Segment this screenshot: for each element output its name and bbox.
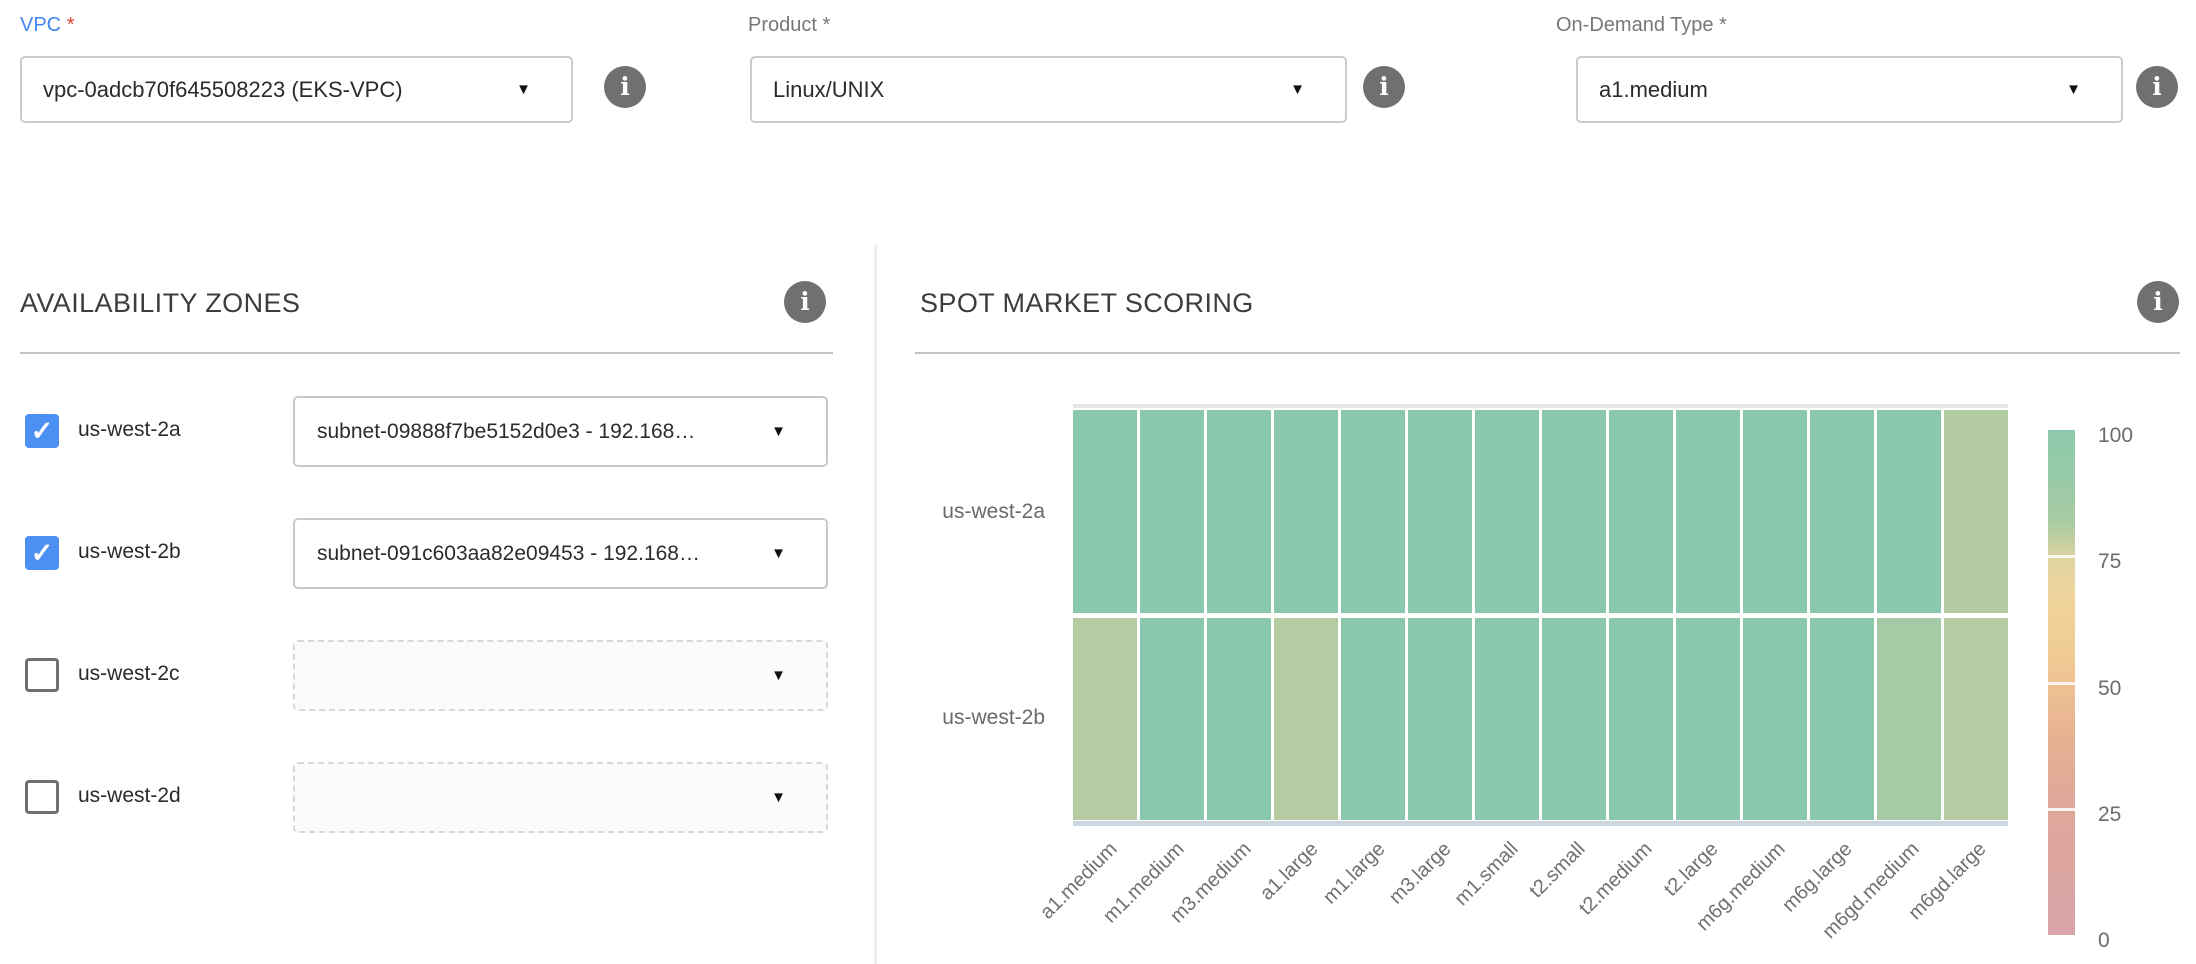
vpc-select-value: vpc-0adcb70f645508223 (EKS-VPC) xyxy=(43,58,493,121)
colorbar-tick-label: 100 xyxy=(2098,423,2168,449)
spot-market-scoring-divider xyxy=(915,352,2180,354)
on-demand-type-info-icon[interactable]: i xyxy=(2136,66,2178,108)
heatmap-cell xyxy=(1341,410,1405,613)
zone-checkbox-us-west-2b[interactable]: ✓ xyxy=(25,536,59,570)
zone-row-us-west-2c: ✓ us-west-2c ▼ xyxy=(0,640,875,711)
heatmap-cell xyxy=(1542,618,1606,821)
chevron-down-icon: ▼ xyxy=(771,398,786,465)
heatmap-cell xyxy=(1207,618,1271,821)
zone-checkbox-us-west-2d[interactable]: ✓ xyxy=(25,780,59,814)
heatmap-cell xyxy=(1743,618,1807,821)
heatmap-cell xyxy=(1810,618,1874,821)
heatmap-bottom-border xyxy=(1073,821,2008,826)
subnet-select-us-west-2c[interactable]: ▼ xyxy=(293,640,828,711)
product-label: Product * xyxy=(748,14,830,37)
heatmap-colorbar xyxy=(2048,430,2075,935)
zone-row-us-west-2a: ✓ us-west-2a subnet-09888f7be5152d0e3 - … xyxy=(0,396,875,467)
spot-instance-config-page: VPC * vpc-0adcb70f645508223 (EKS-VPC) ▼ … xyxy=(0,0,2196,964)
chevron-down-icon: ▼ xyxy=(771,764,786,831)
product-select[interactable]: Linux/UNIX ▼ xyxy=(750,56,1347,123)
spot-market-scoring-title: SPOT MARKET SCORING xyxy=(920,288,1254,319)
subnet-select-value: subnet-09888f7be5152d0e3 - 192.168… xyxy=(317,398,748,465)
heatmap-cell xyxy=(1609,410,1673,613)
colorbar-tick-line xyxy=(2048,555,2075,558)
chevron-down-icon: ▼ xyxy=(771,642,786,709)
zone-label-us-west-2c[interactable]: us-west-2c xyxy=(78,662,180,686)
availability-zones-info-icon[interactable]: i xyxy=(784,281,826,323)
heatmap-cell xyxy=(1140,410,1204,613)
colorbar-tick-label: 50 xyxy=(2098,676,2168,702)
chevron-down-icon: ▼ xyxy=(516,58,531,121)
heatmap-cell xyxy=(1743,410,1807,613)
heatmap-cell xyxy=(1810,410,1874,613)
heatmap-row-label-us-west-2b: us-west-2b xyxy=(880,706,1045,730)
heatmap-cell xyxy=(1676,410,1740,613)
zone-checkbox-us-west-2a[interactable]: ✓ xyxy=(25,414,59,448)
heatmap-cell xyxy=(1542,410,1606,613)
heatmap-cell xyxy=(1877,618,1941,821)
vpc-label-text: VPC xyxy=(20,14,61,36)
on-demand-type-select[interactable]: a1.medium ▼ xyxy=(1576,56,2123,123)
chevron-down-icon: ▼ xyxy=(771,520,786,587)
availability-zones-title: AVAILABILITY ZONES xyxy=(20,288,300,319)
vpc-required-asterisk: * xyxy=(67,14,75,36)
heatmap-cell xyxy=(1073,410,1137,613)
colorbar-tick-line xyxy=(2048,682,2075,685)
availability-zones-divider xyxy=(20,352,833,354)
heatmap-cell xyxy=(1207,410,1271,613)
chevron-down-icon: ▼ xyxy=(1290,58,1305,121)
checkmark-icon: ✓ xyxy=(25,536,59,570)
on-demand-type-select-value: a1.medium xyxy=(1599,58,2043,121)
vpc-label: VPC * xyxy=(20,14,74,37)
zone-label-us-west-2a[interactable]: us-west-2a xyxy=(78,418,181,442)
heatmap-cell xyxy=(1475,618,1539,821)
heatmap-cell xyxy=(1140,618,1204,821)
subnet-select-us-west-2b[interactable]: subnet-091c603aa82e09453 - 192.168… ▼ xyxy=(293,518,828,589)
heatmap-cell xyxy=(1073,618,1137,821)
zone-checkbox-us-west-2c[interactable]: ✓ xyxy=(25,658,59,692)
colorbar-tick-line xyxy=(2048,808,2075,811)
checkmark-icon: ✓ xyxy=(25,414,59,448)
on-demand-type-label: On-Demand Type * xyxy=(1556,14,1727,37)
heatmap-grid xyxy=(1073,410,2008,820)
spot-market-scoring-info-icon[interactable]: i xyxy=(2137,281,2179,323)
heatmap-cell xyxy=(1609,618,1673,821)
colorbar-tick-label: 0 xyxy=(2098,928,2168,954)
zone-row-us-west-2b: ✓ us-west-2b subnet-091c603aa82e09453 - … xyxy=(0,518,875,589)
zone-label-us-west-2d[interactable]: us-west-2d xyxy=(78,784,181,808)
heatmap-cell xyxy=(1944,618,2008,821)
vpc-info-icon[interactable]: i xyxy=(604,66,646,108)
vpc-select[interactable]: vpc-0adcb70f645508223 (EKS-VPC) ▼ xyxy=(20,56,573,123)
heatmap-cell xyxy=(1408,410,1472,613)
product-info-icon[interactable]: i xyxy=(1363,66,1405,108)
zone-row-us-west-2d: ✓ us-west-2d ▼ xyxy=(0,762,875,833)
heatmap-cell xyxy=(1274,618,1338,821)
heatmap-cell xyxy=(1944,410,2008,613)
zone-label-us-west-2b[interactable]: us-west-2b xyxy=(78,540,181,564)
heatmap-cell xyxy=(1475,410,1539,613)
subnet-select-value: subnet-091c603aa82e09453 - 192.168… xyxy=(317,520,748,587)
subnet-select-us-west-2a[interactable]: subnet-09888f7be5152d0e3 - 192.168… ▼ xyxy=(293,396,828,467)
heatmap-cell xyxy=(1341,618,1405,821)
panel-divider xyxy=(874,245,877,964)
product-select-value: Linux/UNIX xyxy=(773,58,1267,121)
colorbar-tick-label: 75 xyxy=(2098,549,2168,575)
heatmap-cell xyxy=(1408,618,1472,821)
subnet-select-us-west-2d[interactable]: ▼ xyxy=(293,762,828,833)
heatmap-cell xyxy=(1676,618,1740,821)
heatmap-top-border xyxy=(1073,404,2008,408)
heatmap-cell xyxy=(1274,410,1338,613)
colorbar-tick-label: 25 xyxy=(2098,802,2168,828)
chevron-down-icon: ▼ xyxy=(2066,58,2081,121)
heatmap-row-label-us-west-2a: us-west-2a xyxy=(880,500,1045,524)
heatmap-cell xyxy=(1877,410,1941,613)
